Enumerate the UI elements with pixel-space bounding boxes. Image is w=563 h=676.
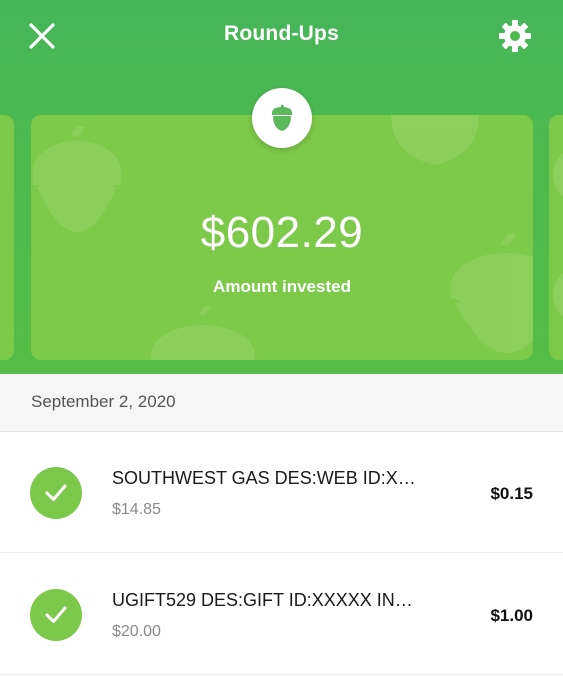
settings-button[interactable] [497,18,533,54]
roundups-header: $602.29 Amount invested Round-Ups [0,0,563,374]
checkmark-icon [45,484,67,501]
date-label: September 2, 2020 [31,392,176,411]
acorn-decoration-icon [553,152,563,318]
top-bar: Round-Ups [0,0,563,72]
transaction-row[interactable]: SOUTHWEST GAS DES:WEB ID:X… $14.85 $0.15 [0,432,563,553]
next-card-peek[interactable] [549,115,563,360]
merchant-name: SOUTHWEST GAS DES:WEB ID:X… [112,468,416,488]
roundup-amount: $0.15 [490,484,533,503]
transaction-row[interactable]: UGIFT529 DES:GIFT ID:XXXXX IN… $20.00 $1… [0,554,563,675]
checkmark-icon [45,606,67,623]
amount-invested-label: Amount invested [213,277,351,296]
status-badge [30,589,82,641]
merchant-name: UGIFT529 DES:GIFT ID:XXXXX IN… [112,590,413,610]
status-badge [30,467,82,519]
gear-icon [499,20,531,52]
purchase-amount: $20.00 [112,623,161,640]
date-section-header: September 2, 2020 [0,374,563,432]
amount-invested-value: $602.29 [200,208,364,257]
acorn-icon [272,104,292,131]
acorn-badge [252,88,312,148]
amount-invested-card: $602.29 Amount invested [31,115,533,360]
purchase-amount: $14.85 [112,501,161,518]
roundup-amount: $1.00 [490,606,533,625]
previous-card-peek[interactable] [0,115,14,360]
page-title: Round-Ups [224,22,339,45]
